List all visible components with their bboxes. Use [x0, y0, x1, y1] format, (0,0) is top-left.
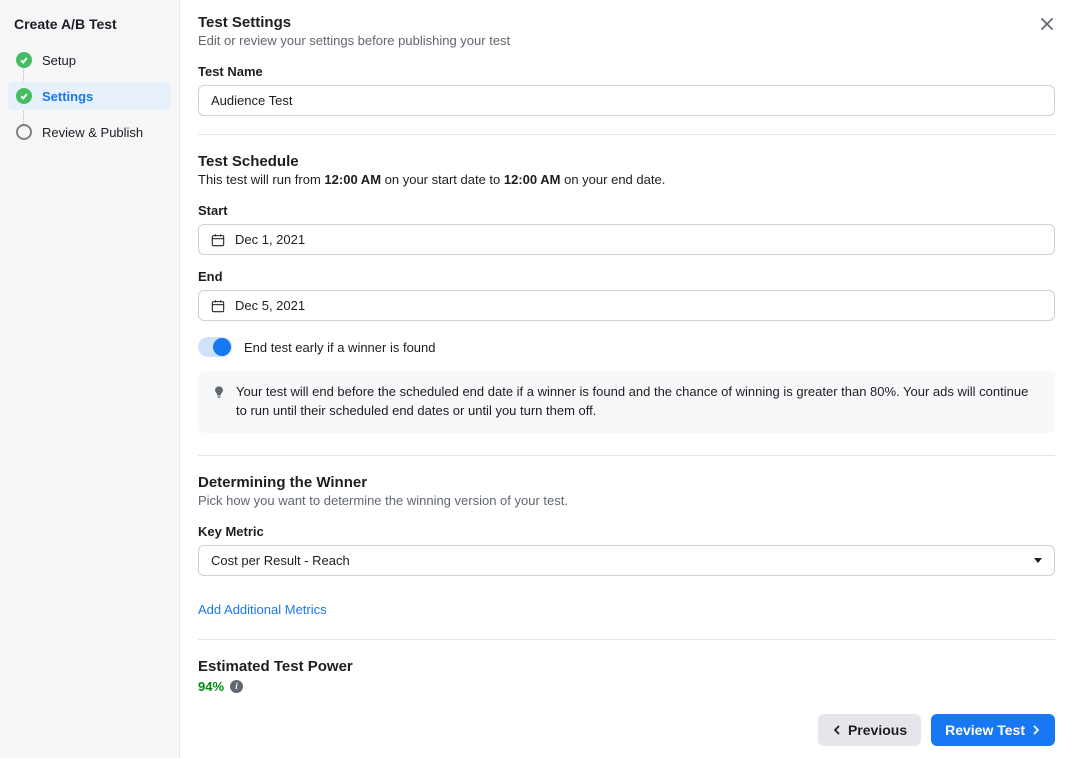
- review-label: Review Test: [945, 722, 1025, 738]
- toggle-knob: [213, 338, 231, 356]
- test-name-input[interactable]: [198, 85, 1055, 116]
- schedule-title: Test Schedule: [198, 153, 1055, 170]
- key-metric-label: Key Metric: [198, 524, 1055, 539]
- winner-title: Determining the Winner: [198, 474, 1055, 491]
- close-button[interactable]: [1033, 10, 1061, 38]
- chevron-left-icon: [832, 725, 842, 735]
- pending-circle-icon: [16, 124, 32, 140]
- check-icon: [16, 88, 32, 104]
- end-early-label: End test early if a winner is found: [244, 340, 436, 355]
- end-early-toggle[interactable]: [198, 337, 232, 357]
- previous-label: Previous: [848, 722, 907, 738]
- info-icon[interactable]: i: [230, 680, 243, 693]
- calendar-icon: [211, 299, 225, 313]
- info-text: Your test will end before the scheduled …: [236, 383, 1041, 421]
- start-date-value: Dec 1, 2021: [235, 232, 305, 247]
- info-callout: Your test will end before the scheduled …: [198, 371, 1055, 433]
- add-metrics-link[interactable]: Add Additional Metrics: [198, 602, 327, 617]
- lightbulb-icon: [212, 385, 226, 399]
- step-setup[interactable]: Setup: [8, 46, 171, 74]
- sidebar-title: Create A/B Test: [8, 12, 171, 46]
- start-date-input[interactable]: Dec 1, 2021: [198, 224, 1055, 255]
- sidebar: Create A/B Test Setup Settings Review & …: [0, 0, 180, 758]
- calendar-icon: [211, 233, 225, 247]
- start-label: Start: [198, 203, 1055, 218]
- main-panel: Test Settings Edit or review your settin…: [180, 0, 1073, 758]
- end-date-value: Dec 5, 2021: [235, 298, 305, 313]
- key-metric-value: Cost per Result - Reach: [211, 553, 350, 568]
- check-icon: [16, 52, 32, 68]
- end-date-input[interactable]: Dec 5, 2021: [198, 290, 1055, 321]
- page-title: Test Settings: [198, 14, 1055, 31]
- divider: [198, 639, 1055, 640]
- chevron-right-icon: [1031, 725, 1041, 735]
- schedule-description: This test will run from 12:00 AM on your…: [198, 172, 1055, 187]
- close-icon: [1039, 16, 1055, 32]
- previous-button[interactable]: Previous: [818, 714, 921, 746]
- step-label: Review & Publish: [42, 125, 143, 140]
- key-metric-select[interactable]: Cost per Result - Reach: [198, 545, 1055, 576]
- step-settings[interactable]: Settings: [8, 82, 171, 110]
- wizard-steps: Setup Settings Review & Publish: [8, 46, 171, 146]
- divider: [198, 455, 1055, 456]
- divider: [198, 134, 1055, 135]
- footer: Previous Review Test: [180, 702, 1073, 758]
- end-label: End: [198, 269, 1055, 284]
- page-description: Edit or review your settings before publ…: [198, 33, 1055, 48]
- test-name-label: Test Name: [198, 64, 1055, 79]
- chevron-down-icon: [1034, 558, 1042, 563]
- power-title: Estimated Test Power: [198, 658, 1055, 675]
- power-value: 94%: [198, 679, 224, 694]
- winner-description: Pick how you want to determine the winni…: [198, 493, 1055, 508]
- step-label: Setup: [42, 53, 76, 68]
- review-test-button[interactable]: Review Test: [931, 714, 1055, 746]
- step-review-publish[interactable]: Review & Publish: [8, 118, 171, 146]
- step-label: Settings: [42, 89, 93, 104]
